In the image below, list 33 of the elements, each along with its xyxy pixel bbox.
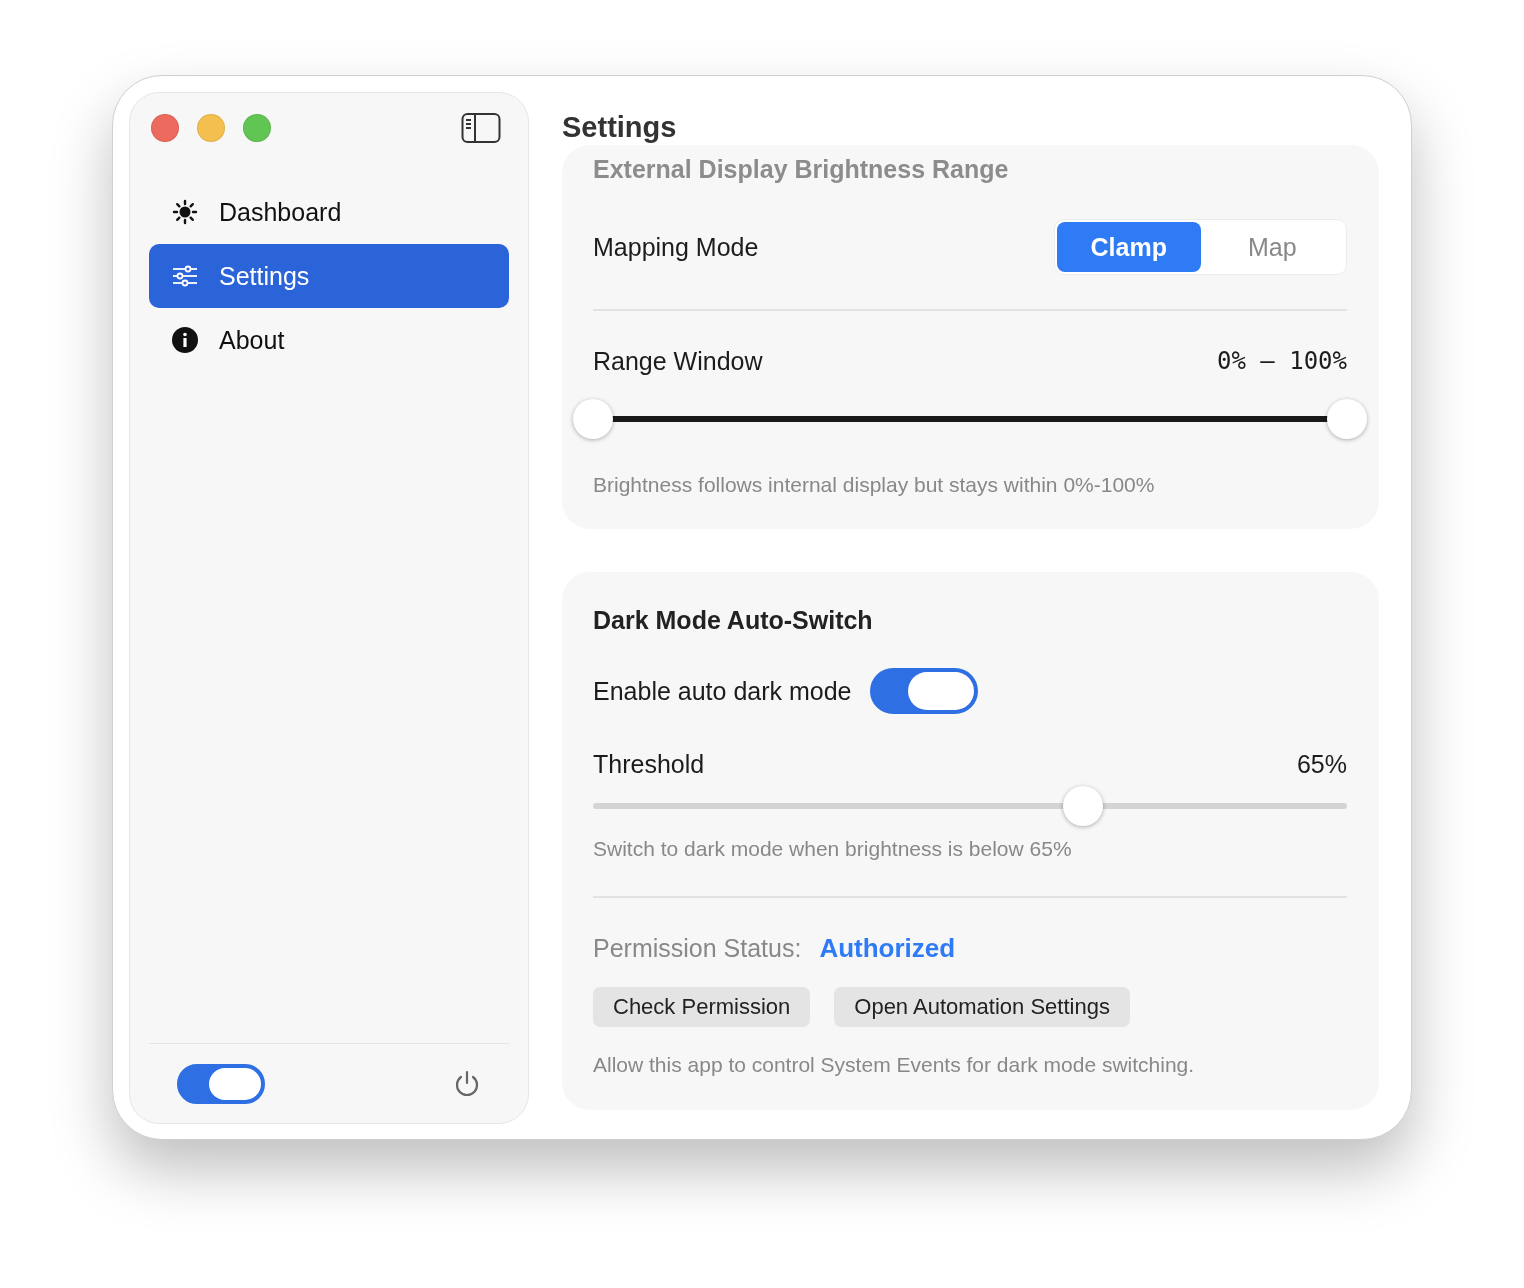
info-icon [171,326,199,354]
power-icon[interactable] [453,1069,481,1098]
zoom-button[interactable] [243,114,271,142]
segment-option[interactable]: Clamp [1057,222,1201,272]
sun-icon [171,198,199,226]
threshold-reading: 65% [1296,750,1347,778]
action-button[interactable]: Check Permission [593,987,811,1027]
sidebar-item[interactable]: About [149,308,509,372]
permission-status: Authorized [819,934,956,962]
sidebar-item[interactable]: Dashboard [149,180,509,244]
page-title: Settings [562,110,678,145]
setting-label: Enable auto dark mode [593,677,852,705]
segment-option[interactable]: Map [1200,222,1344,272]
help-text: Switch to dark mode when brightness is below 65% [593,837,1073,861]
help-text: Allow this app to control System Events for dark mode switching. [593,1053,1196,1077]
setting-label: Mapping Mode [593,233,759,261]
section-header: Dark Mode Auto-Switch [593,606,874,634]
setting-label: Threshold [593,750,705,778]
range-reading: 0% – 100% [1216,347,1347,375]
slider-thumb[interactable] [573,399,613,439]
permission-label: Permission Status: [593,934,802,962]
close-button[interactable] [151,114,179,142]
slider-thumb[interactable] [1063,786,1104,826]
minimize-button[interactable] [197,114,225,142]
help-text: Brightness follows internal display but stays within 0%-100% [593,473,1156,497]
toggle-switch[interactable] [869,668,978,714]
action-button[interactable]: Open Automation Settings [834,987,1130,1027]
sidebar-item[interactable]: Settings [149,244,509,308]
setting-label: Range Window [593,347,763,375]
section-header: External Display Brightness Range [593,155,1010,183]
toggle-switch[interactable] [177,1063,265,1104]
slider-thumb[interactable] [1327,399,1367,439]
sidebar-toggle-icon[interactable] [461,112,501,144]
